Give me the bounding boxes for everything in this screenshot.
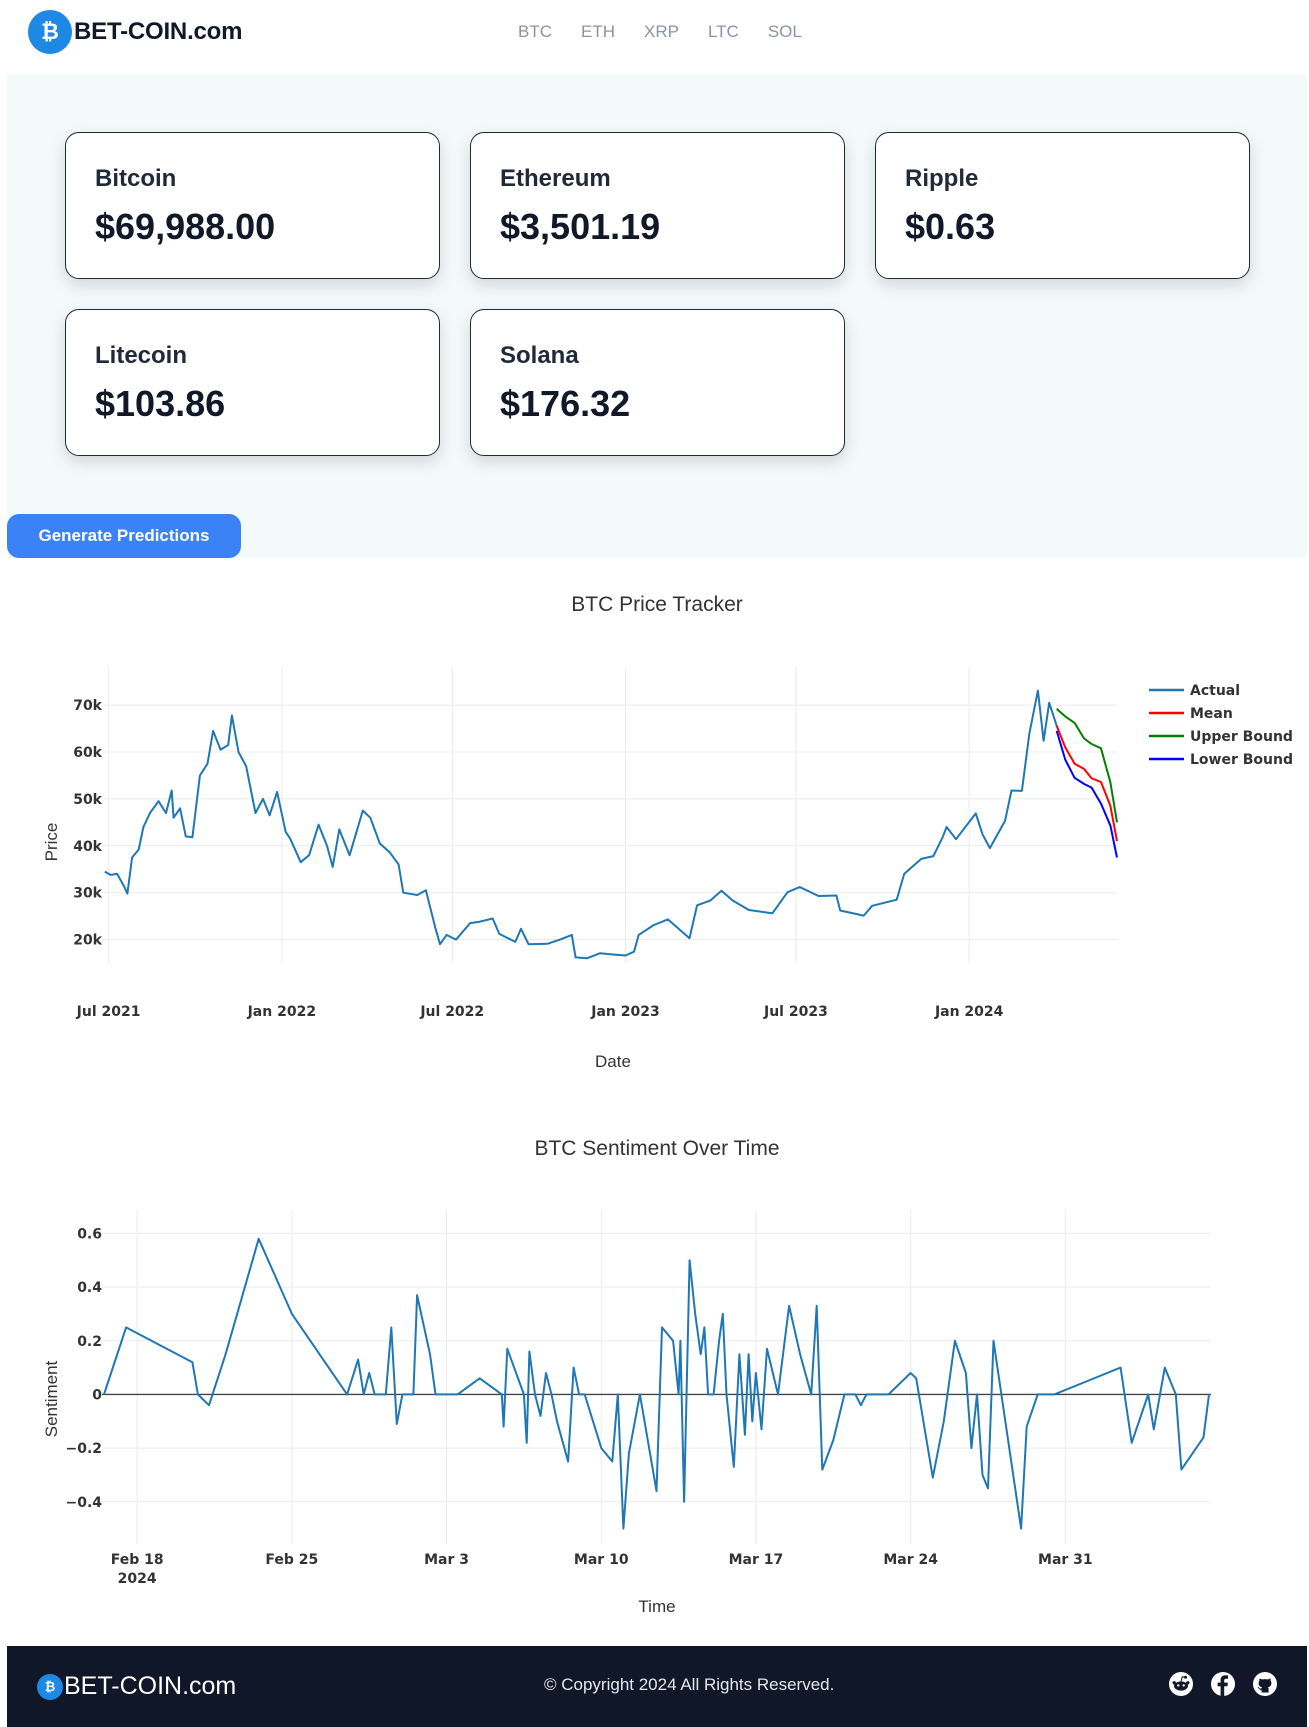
site-logo[interactable]: ₿ BET-COIN.com [28,10,242,54]
footer-logo[interactable]: ₿ BET-COIN.com [37,1672,236,1701]
reddit-icon[interactable] [1168,1671,1194,1697]
btc-price-chart: BTC Price Tracker Jul 2021 Jan 2022 Jul 20… [42,593,1293,1071]
card-coin-name: Solana [500,342,579,369]
card-coin-name: Bitcoin [95,165,177,192]
price-x-tick-label: Jul 2023 [763,1004,828,1020]
logo-text: BET-COIN.com [74,18,243,45]
footer: ₿ BET-COIN.com © Copyright 2024 All Righ… [7,1646,1307,1727]
sentiment-y-axis-label: Sentiment [42,1360,61,1437]
price-series-actual [104,689,1058,960]
bitcoin-coin-icon: ₿ [37,1673,63,1700]
price-x-tick-label: Jul 2021 [76,1004,141,1020]
price-x-tick-label: Jan 2022 [247,1004,316,1020]
price-x-tick-label: Jan 2024 [934,1004,1004,1020]
price-chart-ticks: Jul 2021 Jan 2022 Jul 2022 Jan 2023 Jul 2023… [73,698,1003,1020]
price-card-solana[interactable]: Solana $176.32 [470,309,845,456]
header: ₿ BET-COIN.com BTC ETH XRP LTC SOL [0,0,1309,66]
sentiment-x-tick-label: Mar 17 [729,1552,784,1568]
price-y-tick-label: 50k [73,792,102,808]
sentiment-y-tick-label: 0 [92,1387,102,1403]
card-coin-price: $176.32 [500,383,631,424]
price-card-ripple[interactable]: Ripple $0.63 [875,132,1250,279]
price-x-tick-label: Jul 2022 [419,1004,484,1020]
copyright-text: © Copyright 2024 All Rights Reserved. [544,1675,835,1694]
legend-label[interactable]: Lower Bound [1190,752,1293,768]
coin-nav: BTC ETH XRP LTC SOL [518,22,831,42]
price-card-bitcoin[interactable]: Bitcoin $69,988.00 [65,132,440,279]
card-coin-price: $69,988.00 [95,206,276,247]
nav-btc[interactable]: BTC [518,22,552,42]
price-y-tick-label: 70k [73,698,102,714]
price-series-upper-bound [1056,708,1118,823]
sentiment-x-axis-label: Time [638,1597,675,1616]
sentiment-chart-title: BTC Sentiment Over Time [534,1137,779,1160]
sentiment-x-tick-label: Feb 25 [265,1552,318,1568]
card-coin-name: Litecoin [95,342,188,369]
sentiment-x-tick-label: Feb 18 [111,1552,164,1568]
sentiment-y-tick-label: 0.2 [77,1334,102,1350]
sentiment-chart-lines [103,1237,1210,1530]
nav-xrp[interactable]: XRP [644,22,679,42]
card-coin-name: Ethereum [500,165,611,192]
card-coin-name: Ripple [905,165,979,192]
card-coin-price: $103.86 [95,383,226,424]
legend-label[interactable]: Actual [1190,683,1240,699]
sentiment-x-tick-label: 2024 [118,1571,157,1587]
price-cards-section: Bitcoin $69,988.00 Ethereum $3,501.19 Ri… [7,74,1307,558]
nav-eth[interactable]: ETH [581,22,615,42]
legend-label[interactable]: Mean [1190,706,1233,722]
sentiment-y-tick-label: 0.4 [77,1280,102,1296]
sentiment-x-tick-label: Mar 3 [424,1552,469,1568]
bitcoin-coin-icon: ₿ [28,10,72,54]
nav-ltc[interactable]: LTC [708,22,739,42]
card-coin-price: $0.63 [905,206,996,247]
price-chart-grid [102,667,1117,963]
price-y-tick-label: 30k [73,886,102,902]
price-chart-title: BTC Price Tracker [571,593,743,616]
price-card-ethereum[interactable]: Ethereum $3,501.19 [470,132,845,279]
price-y-tick-label: 20k [73,933,102,949]
github-icon[interactable] [1252,1671,1278,1697]
card-coin-price: $3,501.19 [500,206,661,247]
btc-sentiment-chart: BTC Sentiment Over Time Feb 18 2024 Feb 25… [42,1137,1211,1616]
price-x-tick-label: Jan 2023 [590,1004,659,1020]
sentiment-y-tick-label: −0.2 [65,1441,102,1457]
facebook-icon[interactable] [1210,1671,1236,1697]
price-chart-lines [104,689,1118,960]
sentiment-y-tick-label: 0.6 [77,1226,102,1242]
sentiment-x-tick-label: Mar 10 [574,1552,629,1568]
sentiment-series-line [103,1237,1210,1530]
price-card-litecoin[interactable]: Litecoin $103.86 [65,309,440,456]
footer-logo-text: BET-COIN.com [64,1672,237,1700]
price-y-tick-label: 40k [73,839,102,855]
sentiment-chart-ticks: Feb 18 2024 Feb 25 Mar 3 Mar 10 Mar 17 Mar 24 M… [65,1226,1092,1587]
price-series-mean [1055,725,1118,842]
price-x-axis-label: Date [595,1052,631,1071]
price-chart-legend[interactable]: Actual Mean Upper Bound Lower Bound [1149,683,1293,768]
price-y-axis-label: Price [42,823,61,862]
nav-sol[interactable]: SOL [768,22,802,42]
price-y-tick-label: 60k [73,745,102,761]
sentiment-x-tick-label: Mar 31 [1038,1552,1093,1568]
sentiment-x-tick-label: Mar 24 [883,1552,938,1568]
legend-label[interactable]: Upper Bound [1190,729,1293,745]
sentiment-y-tick-label: −0.4 [65,1495,102,1511]
generate-predictions-button[interactable]: Generate Predictions [7,514,241,558]
